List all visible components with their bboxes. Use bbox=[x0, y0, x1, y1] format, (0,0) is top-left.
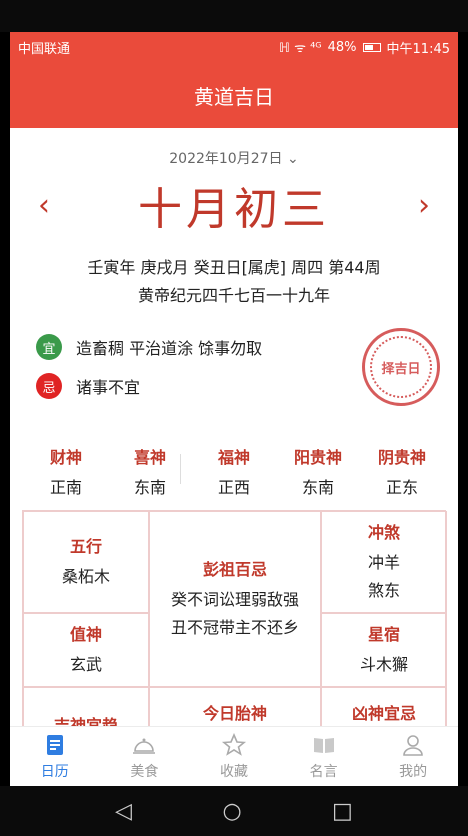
ji-badge: 忌 bbox=[36, 373, 62, 399]
tab-profile[interactable]: 我的 bbox=[368, 727, 458, 786]
signal-icons: ℍ ᯤ ⁴ᴳ bbox=[278, 41, 322, 56]
battery-icon bbox=[362, 42, 381, 52]
lunar-date: 十月初三 bbox=[138, 184, 330, 235]
yi-row: 宜 造畜稠 平治道涂 馀事勿取 bbox=[36, 334, 262, 360]
choose-date-stamp-button[interactable]: 择吉日 bbox=[362, 328, 440, 406]
ji-text: 诸事不宜 bbox=[76, 378, 141, 397]
cell-title: 五行 bbox=[69, 537, 102, 556]
gods-row: 财神 正南 喜神 东南 福神 正西 阳贵神 东南 阴贵神 正东 bbox=[34, 444, 434, 498]
recents-icon[interactable]: □ bbox=[332, 799, 353, 824]
gods-divider bbox=[180, 454, 181, 484]
tab-label: 日历 bbox=[40, 763, 69, 780]
date-selector[interactable]: 2022年10月27日 ⌄ bbox=[10, 148, 458, 168]
cell-title: 冲煞 bbox=[367, 523, 400, 542]
status-bar: 中国联通 ℍ ᯤ ⁴ᴳ 48% 中午11:45 bbox=[10, 32, 458, 62]
tab-label: 收藏 bbox=[219, 763, 248, 780]
date-selector-label: 2022年10月27日 bbox=[169, 151, 283, 167]
god-value: 东南 bbox=[133, 478, 166, 497]
cell-value: 桑柘木 bbox=[61, 567, 110, 586]
clock: 中午11:45 bbox=[386, 41, 450, 57]
cell-value-line2: 丑不冠带主不还乡 bbox=[170, 618, 299, 637]
god-title: 阳贵神 bbox=[293, 448, 342, 467]
star-icon bbox=[221, 732, 247, 756]
cell-pengzu: 彭祖百忌 癸不词讼理弱敌强 丑不冠带主不还乡 bbox=[149, 511, 321, 687]
back-icon[interactable]: ◁ bbox=[115, 799, 132, 824]
cell-chongsha: 冲煞 冲羊 煞东 bbox=[321, 511, 447, 613]
cell-wuxing: 五行 桑柘木 bbox=[23, 511, 149, 613]
god-yangguishen: 阳贵神 东南 bbox=[286, 444, 350, 498]
bottom-tab-bar: 日历 美食 收藏 名言 我的 bbox=[10, 726, 458, 786]
next-day-button[interactable]: › bbox=[418, 188, 430, 223]
yi-text: 造畜稠 平治道涂 馀事勿取 bbox=[76, 339, 263, 358]
cloche-icon bbox=[133, 738, 156, 754]
cell-value: 斗木獬 bbox=[359, 655, 408, 674]
tab-favorites[interactable]: 收藏 bbox=[189, 727, 279, 786]
main-content: 2022年10月27日 ⌄ ‹ 十月初三 › 壬寅年 庚戌月 癸丑日[属虎] 周… bbox=[10, 128, 458, 726]
app-bar: 黄道吉日 bbox=[10, 62, 458, 128]
book-icon bbox=[313, 737, 334, 753]
almanac-grid: 五行 桑柘木 彭祖百忌 癸不词讼理弱敌强 丑不冠带主不还乡 冲煞 冲羊 煞东 值… bbox=[22, 510, 447, 726]
chevron-down-icon: ⌄ bbox=[286, 151, 299, 167]
god-title: 财神 bbox=[49, 448, 82, 467]
tab-label: 我的 bbox=[399, 763, 428, 780]
cell-value: 玄武 bbox=[69, 655, 102, 674]
tab-quotes[interactable]: 名言 bbox=[279, 727, 369, 786]
tab-label: 美食 bbox=[130, 763, 159, 780]
god-caishen: 财神 正南 bbox=[34, 444, 98, 498]
cell-jishen: 吉神宜趋 bbox=[23, 687, 149, 726]
cell-title: 星宿 bbox=[367, 625, 400, 644]
tab-label: 名言 bbox=[309, 763, 338, 780]
system-nav-bar: ◁ ○ □ bbox=[0, 786, 468, 836]
god-fushen: 福神 正西 bbox=[202, 444, 266, 498]
god-xishen: 喜神 东南 bbox=[118, 444, 182, 498]
god-value: 正西 bbox=[217, 478, 250, 497]
god-value: 正东 bbox=[385, 478, 418, 497]
god-yinguishen: 阴贵神 正东 bbox=[370, 444, 434, 498]
calendar-icon bbox=[46, 734, 63, 755]
tab-calendar[interactable]: 日历 bbox=[10, 727, 100, 786]
home-icon[interactable]: ○ bbox=[222, 799, 241, 824]
god-value: 东南 bbox=[301, 478, 334, 497]
cell-zhishen: 值神 玄武 bbox=[23, 613, 149, 687]
cell-xingxiu: 星宿 斗木獬 bbox=[321, 613, 447, 687]
stamp-label: 择吉日 bbox=[381, 361, 421, 377]
era-line: 黄帝纪元四千七百一十九年 bbox=[137, 286, 330, 305]
person-icon bbox=[403, 734, 423, 756]
battery-percent: 48% bbox=[327, 39, 357, 55]
ji-row: 忌 诸事不宜 bbox=[36, 373, 140, 399]
god-title: 福神 bbox=[217, 448, 250, 467]
carrier-label: 中国联通 bbox=[18, 41, 71, 57]
cell-value-line1: 冲羊 bbox=[367, 553, 400, 572]
cell-title: 值神 bbox=[69, 625, 102, 644]
prev-day-button[interactable]: ‹ bbox=[38, 188, 50, 223]
god-title: 阴贵神 bbox=[377, 448, 426, 467]
god-value: 正南 bbox=[49, 478, 82, 497]
cell-title: 今日胎神 bbox=[202, 704, 267, 723]
top-black-bar bbox=[0, 0, 468, 32]
tab-food[interactable]: 美食 bbox=[100, 727, 190, 786]
cell-taishen: 今日胎神 bbox=[149, 687, 321, 726]
lunar-date-row: ‹ 十月初三 › bbox=[10, 174, 458, 236]
cell-value-line2: 煞东 bbox=[367, 581, 400, 600]
yi-badge: 宜 bbox=[36, 334, 62, 360]
cell-title: 吉神宜趋 bbox=[53, 716, 118, 726]
ganzhi-line: 壬寅年 庚戌月 癸丑日[属虎] 周四 第44周 bbox=[87, 258, 381, 277]
cell-xiongshen: 凶神宜忌 bbox=[321, 687, 447, 726]
page-title: 黄道吉日 bbox=[194, 84, 274, 109]
cell-title: 彭祖百忌 bbox=[202, 560, 267, 579]
god-title: 喜神 bbox=[133, 448, 166, 467]
cell-title: 凶神宜忌 bbox=[351, 704, 416, 723]
cell-value-line1: 癸不词讼理弱敌强 bbox=[170, 590, 299, 609]
